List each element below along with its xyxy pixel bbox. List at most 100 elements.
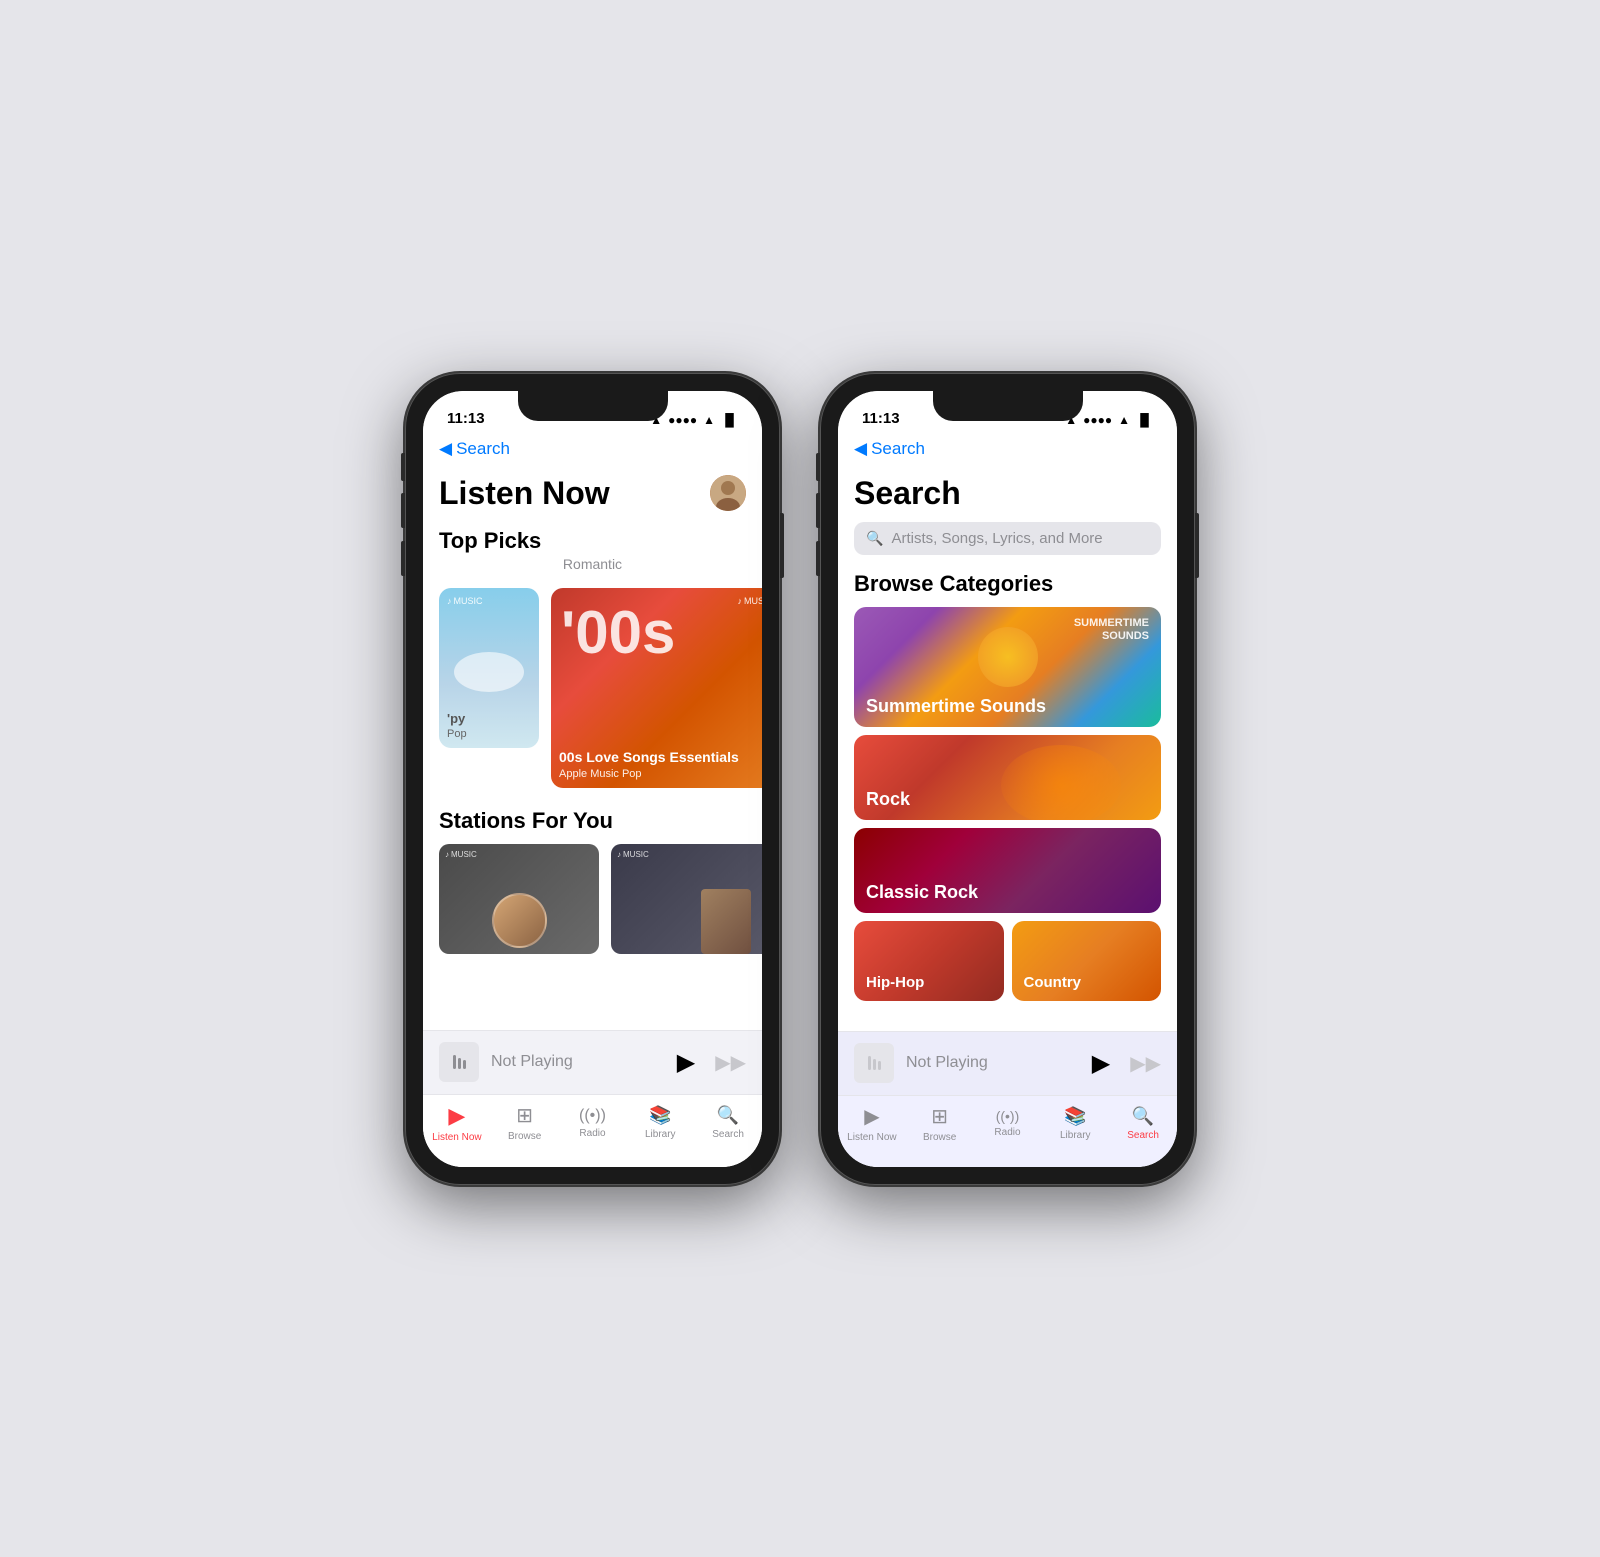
play-button-1[interactable]: ▶	[677, 1048, 695, 1077]
back-label-1: Search	[456, 439, 510, 459]
tab-browse-1[interactable]: ⊞ Browse	[495, 1103, 555, 1142]
volume-up-button[interactable]	[401, 493, 405, 528]
station-artist-1	[439, 877, 599, 954]
summertime-label: Summertime Sounds	[866, 696, 1046, 717]
back-label-2: Search	[871, 439, 925, 459]
skip-button-2[interactable]: ▶▶	[1130, 1051, 1161, 1076]
tab-library-2[interactable]: 📚 Library	[1045, 1106, 1105, 1141]
status-icons-1: ▲ ●●●● ▲ ▐▌	[650, 413, 738, 427]
notch-2	[933, 391, 1083, 421]
phone-1: 11:13 ▲ ●●●● ▲ ▐▌ ◀ Search Listen Now	[405, 373, 780, 1185]
battery-icon-1: ▐▌	[721, 413, 738, 427]
classic-rock-label: Classic Rock	[866, 882, 978, 903]
category-country[interactable]: Country	[1012, 921, 1162, 1001]
cloud-shape	[454, 652, 524, 692]
radio-icon-2: ((•))	[996, 1108, 1020, 1124]
search-input-wrapper[interactable]: 🔍 Artists, Songs, Lyrics, and More	[854, 522, 1161, 555]
artist-figure-2	[701, 889, 751, 954]
stations-row: ♪MUSIC ♪MUSIC	[423, 836, 762, 962]
notch-1	[518, 391, 668, 421]
browse-categories-title: Browse Categories	[854, 571, 1161, 597]
library-icon-2: 📚	[1064, 1106, 1086, 1127]
back-nav-1[interactable]: ◀ Search	[423, 435, 762, 467]
listen-now-label-1: Listen Now	[432, 1132, 481, 1143]
now-playing-controls-2: ▶ ▶▶	[1092, 1049, 1161, 1078]
tab-listen-now-1[interactable]: ▶ Listen Now	[427, 1103, 487, 1143]
back-chevron-1: ◀	[439, 439, 452, 459]
music-badge-card2: ♪ MUSIC	[738, 596, 763, 606]
summertime-top-label: SUMMERTIMESOUNDS	[1074, 617, 1149, 643]
wifi-icon-1: ▲	[703, 413, 715, 427]
now-playing-label-1: Not Playing	[491, 1053, 665, 1071]
station-card-2[interactable]: ♪MUSIC	[611, 844, 762, 954]
card1-overlay: 'py Pop	[447, 709, 531, 740]
volume-down-button[interactable]	[401, 541, 405, 576]
apple-music-label-2: MUSIC	[744, 596, 762, 606]
summertime-sun	[978, 627, 1038, 687]
top-picks-subtitle: Romantic	[423, 556, 762, 580]
library-icon-1: 📚	[649, 1105, 671, 1126]
browse-label-1: Browse	[508, 1131, 541, 1142]
rock-decoration	[1001, 745, 1121, 820]
skip-button-1[interactable]: ▶▶	[715, 1050, 746, 1075]
card-1[interactable]: ♪ MUSIC 'py Pop	[439, 588, 539, 748]
play-button-2[interactable]: ▶	[1092, 1049, 1110, 1078]
volume-down-button-2[interactable]	[816, 541, 820, 576]
wifi-icon-2: ▲	[1118, 413, 1130, 427]
station-badge-2: ♪MUSIC	[617, 850, 649, 859]
card1-title: 'py	[447, 711, 531, 726]
phone-2: 11:13 ▲ ●●●● ▲ ▐▌ ◀ Search Search	[820, 373, 1195, 1185]
phone-screen-2: 11:13 ▲ ●●●● ▲ ▐▌ ◀ Search Search	[838, 391, 1177, 1167]
avatar-1[interactable]	[710, 475, 746, 511]
tab-browse-2[interactable]: ⊞ Browse	[910, 1104, 970, 1143]
search-title: Search	[854, 475, 1161, 512]
screen-content-1: 11:13 ▲ ●●●● ▲ ▐▌ ◀ Search Listen Now	[423, 391, 762, 1167]
search-icon-2: 🔍	[1132, 1106, 1154, 1127]
now-playing-label-2: Not Playing	[906, 1054, 1080, 1072]
station-artist-2	[611, 877, 762, 954]
category-classic-rock[interactable]: Classic Rock	[854, 828, 1161, 913]
now-playing-bar-2: Not Playing ▶ ▶▶	[838, 1031, 1177, 1095]
status-time-2: 11:13	[862, 410, 900, 427]
browse-icon-1: ⊞	[516, 1103, 533, 1128]
listen-now-label-2: Listen Now	[847, 1132, 896, 1143]
stations-title: Stations For You	[423, 796, 762, 836]
category-rock[interactable]: Rock	[854, 735, 1161, 820]
browse-icon-2: ⊞	[931, 1104, 948, 1129]
category-summertime[interactable]: SUMMERTIMESOUNDS Summertime Sounds	[854, 607, 1161, 727]
back-nav-2[interactable]: ◀ Search	[838, 435, 1177, 467]
tab-radio-1[interactable]: ((•)) Radio	[562, 1107, 622, 1139]
station-card-1[interactable]: ♪MUSIC	[439, 844, 599, 954]
card-2[interactable]: ♪ MUSIC '00s 00s Love Songs Essentials A…	[551, 588, 762, 788]
power-button-2[interactable]	[1195, 513, 1199, 578]
tab-search-2[interactable]: 🔍 Search	[1113, 1106, 1173, 1141]
search-placeholder-text: Artists, Songs, Lyrics, and More	[891, 530, 1102, 547]
hiphop-label: Hip-Hop	[866, 974, 924, 991]
radio-label-1: Radio	[579, 1128, 605, 1139]
tab-listen-now-2[interactable]: ▶ Listen Now	[842, 1104, 902, 1143]
listen-now-screen: 11:13 ▲ ●●●● ▲ ▐▌ ◀ Search Listen Now	[423, 391, 762, 1167]
category-hiphop[interactable]: Hip-Hop	[854, 921, 1004, 1001]
signal-icon-2: ●●●●	[1083, 413, 1112, 427]
tab-library-1[interactable]: 📚 Library	[630, 1105, 690, 1140]
tab-radio-2[interactable]: ((•)) Radio	[977, 1108, 1037, 1138]
power-button[interactable]	[780, 513, 784, 578]
tab-bar-2: ▶ Listen Now ⊞ Browse ((•)) Radio 📚 Libr…	[838, 1095, 1177, 1167]
apple-music-label-1: MUSIC	[454, 596, 483, 606]
music-badge-card1: ♪ MUSIC	[447, 596, 483, 606]
artist-circle-1	[492, 893, 547, 948]
search-label-2: Search	[1127, 1130, 1159, 1141]
library-label-2: Library	[1060, 1130, 1091, 1141]
volume-up-button-2[interactable]	[816, 493, 820, 528]
silent-button[interactable]	[401, 453, 405, 481]
radio-icon-1: ((•))	[579, 1107, 606, 1125]
tab-search-1[interactable]: 🔍 Search	[698, 1105, 758, 1140]
silent-button-2[interactable]	[816, 453, 820, 481]
search-magnifier-icon: 🔍	[866, 530, 883, 547]
country-label: Country	[1024, 974, 1082, 991]
apple-music-icon-2: ♪	[738, 596, 743, 606]
card1-genre: Pop	[447, 728, 531, 740]
library-label-1: Library	[645, 1129, 676, 1140]
listen-now-icon-2: ▶	[864, 1104, 879, 1129]
browse-label-2: Browse	[923, 1132, 956, 1143]
